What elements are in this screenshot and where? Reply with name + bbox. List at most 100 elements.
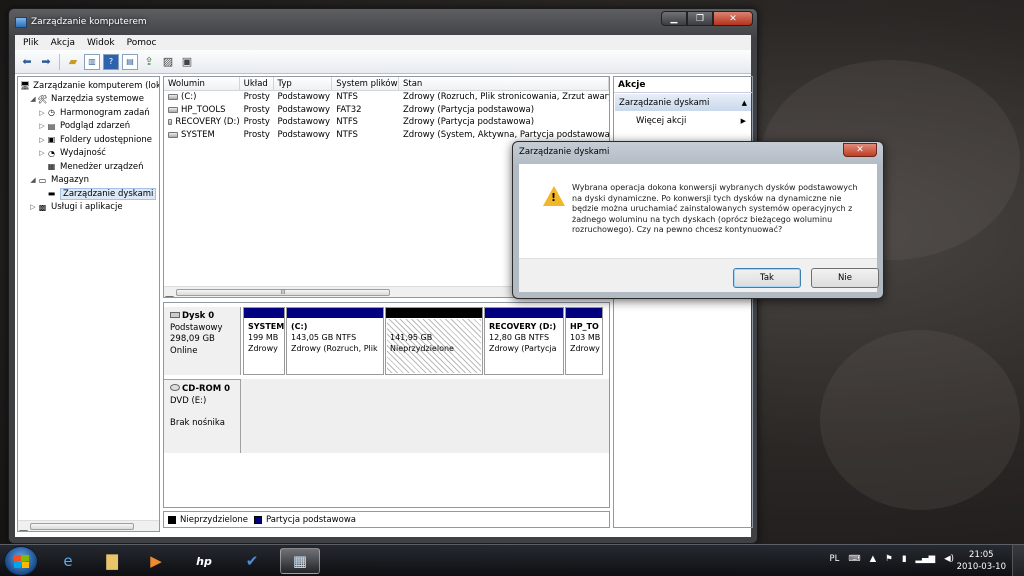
disk-map: Dysk 0 Podstawowy 298,09 GB Online SYSTE… <box>163 302 610 508</box>
arrow-up-icon[interactable]: ▲ <box>870 554 877 564</box>
table-row[interactable]: RECOVERY (D:) Prosty Podstawowy NTFS Zdrowy … <box>164 116 609 129</box>
expand-arrow-icon[interactable]: ▷ <box>38 109 46 117</box>
hp-icon[interactable]: hp <box>184 548 224 574</box>
tree-node[interactable]: 🖥 Zarządzanie komputerem (loka <box>18 79 159 93</box>
no-button[interactable]: Nie <box>811 268 879 288</box>
table-cell: Podstawowy <box>277 104 331 115</box>
expand-arrow-icon[interactable]: ◢ <box>29 95 37 103</box>
action-more-actions[interactable]: Więcej akcji ▶ <box>614 112 752 129</box>
tree-node[interactable]: ▷ ▩ Usługi i aplikacje <box>18 201 159 215</box>
column-header-typ[interactable]: Typ <box>274 77 333 90</box>
tree-node[interactable]: ◢ ▭ Magazyn <box>18 174 159 188</box>
submenu-arrow-icon: ▶ <box>740 116 746 125</box>
tree-node[interactable]: ◢ 🛠 Narzędzia systemowe <box>18 93 159 107</box>
menu-akcja[interactable]: Akcja <box>51 38 75 48</box>
ie-icon[interactable]: e <box>48 548 88 574</box>
system-tray: PL ⌨ ▲ ⚑ ▮ ▂▄▆ ◀) <box>830 554 955 564</box>
properties-icon[interactable]: ▨ <box>160 54 176 70</box>
partition-unallocated[interactable]: 141,95 GB Nieprzydzielone <box>385 307 483 375</box>
media-player-icon[interactable]: ▶ <box>136 548 176 574</box>
scroll-right-icon[interactable]: ▶ <box>18 530 29 531</box>
clock-date: 2010-03-10 <box>956 562 1006 572</box>
expand-arrow-icon[interactable]: ▷ <box>38 136 46 144</box>
tree-node[interactable]: ▷ ◔ Wydajność <box>18 147 159 161</box>
column-header-system-plikow[interactable]: System plików <box>332 77 399 90</box>
cdrom-0-label[interactable]: CD-ROM 0 DVD (E:) Brak nośnika <box>164 379 241 453</box>
partition-status: Zdrowy (Partycja <box>489 344 557 353</box>
table-row[interactable]: (C:) Prosty Podstawowy NTFS Zdrowy (Rozruch,… <box>164 91 609 104</box>
disk-icon <box>170 312 180 318</box>
cdrom-0-status: Brak nośnika <box>170 418 225 428</box>
table-cell: SYSTEM <box>164 129 240 142</box>
scrollbar-thumb[interactable]: III <box>176 289 390 296</box>
close-button[interactable]: ✕ <box>713 11 753 26</box>
volume-icon[interactable]: ◀) <box>944 554 954 564</box>
wizard-icon[interactable]: ▣ <box>179 54 195 70</box>
expand-arrow-icon[interactable]: ▷ <box>38 149 46 157</box>
help-icon[interactable]: ? <box>103 53 119 70</box>
scrollbar-thumb[interactable] <box>30 523 134 530</box>
expand-arrow-icon[interactable]: ◢ <box>29 176 37 184</box>
window-title-bar[interactable]: Zarządzanie komputerem <box>15 13 147 31</box>
partition-name: SYSTEM <box>248 322 285 331</box>
dialog-close-button[interactable]: ✕ <box>843 143 877 157</box>
view-icon[interactable]: ▤ <box>122 53 138 70</box>
cdrom-0-row[interactable]: CD-ROM 0 DVD (E:) Brak nośnika <box>164 379 609 453</box>
volume-rows: (C:) Prosty Podstawowy NTFS Zdrowy (Rozruch,… <box>164 91 609 141</box>
column-header-uklad[interactable]: Układ <box>240 77 274 90</box>
window-title: Zarządzanie komputerem <box>31 17 147 27</box>
tree-node[interactable]: ▬ Zarządzanie dyskami <box>18 187 159 201</box>
column-header-stan[interactable]: Stan <box>399 77 609 90</box>
menu-plik[interactable]: Plik <box>23 38 39 48</box>
menu-pomoc[interactable]: Pomoc <box>127 38 157 48</box>
expand-arrow-icon[interactable]: ▷ <box>29 203 37 211</box>
tree-node[interactable]: ▦ Menedżer urządzeń <box>18 160 159 174</box>
show-desktop-button[interactable] <box>1012 545 1024 576</box>
action-more-actions-label: Więcej akcji <box>636 115 687 126</box>
table-row[interactable]: SYSTEM Prosty Podstawowy NTFS Zdrowy (System… <box>164 129 609 142</box>
start-button[interactable] <box>4 546 38 576</box>
flag-icon[interactable]: ⚑ <box>885 554 893 564</box>
dialog-message: Wybrana operacja dokona konwersji wybran… <box>572 183 858 234</box>
actions-section-disk-management[interactable]: Zarządzanie dyskami ▲ <box>615 94 751 111</box>
keyboard-icon[interactable]: ⌨ <box>848 554 860 564</box>
language-indicator[interactable]: PL <box>830 554 840 564</box>
column-header-wolumin[interactable]: Wolumin <box>164 77 240 90</box>
checkmark-app-icon[interactable]: ✔ <box>232 548 272 574</box>
show-hide-tree-icon[interactable]: ▥ <box>84 53 100 70</box>
partition[interactable]: RECOVERY (D:) 12,80 GB NTFS Zdrowy (Partyc… <box>484 307 564 375</box>
partition[interactable]: (C:) 143,05 GB NTFS Zdrowy (Rozruch, Plik <box>286 307 384 375</box>
explorer-icon[interactable]: ▇ <box>92 548 132 574</box>
tree-node[interactable]: ▷ ◷ Harmonogram zadań <box>18 106 159 120</box>
menu-widok[interactable]: Widok <box>87 38 115 48</box>
tree-node-label: Magazyn <box>51 175 90 186</box>
partition[interactable]: SYSTEM 199 MB Zdrowy <box>243 307 285 375</box>
table-row[interactable]: HP_TOOLS Prosty Podstawowy FAT32 Zdrowy (Par… <box>164 104 609 117</box>
table-cell: Podstawowy <box>277 117 331 128</box>
disk-0-label[interactable]: Dysk 0 Podstawowy 298,09 GB Online <box>164 307 241 375</box>
forward-icon[interactable]: ➡ <box>38 54 54 70</box>
back-icon[interactable]: ⬅ <box>19 54 35 70</box>
tree-node[interactable]: ▷ ▤ Podgląd zdarzeń <box>18 120 159 134</box>
scroll-right-icon[interactable]: ▶ <box>164 296 175 297</box>
clock[interactable]: 21:05 2010-03-10 <box>957 549 1006 573</box>
yes-button[interactable]: Tak <box>733 268 801 288</box>
signal-icon[interactable]: ▂▄▆ <box>916 554 936 564</box>
table-cell: Zdrowy (Partycja podstawowa) <box>402 117 535 128</box>
maximize-button[interactable]: ❐ <box>687 11 713 26</box>
volume-name: HP_TOOLS <box>181 104 226 115</box>
computer-management-task-icon[interactable]: ▦ <box>280 548 320 574</box>
partition-status: Zdrowy <box>248 344 278 353</box>
partition[interactable]: HP_TO 103 MB Zdrowy <box>565 307 603 375</box>
tree-node[interactable]: ▷ ▣ Foldery udostępnione <box>18 133 159 147</box>
minimize-button[interactable]: ▁ <box>661 11 687 26</box>
disk-0-row[interactable]: Dysk 0 Podstawowy 298,09 GB Online SYSTE… <box>164 307 609 375</box>
event-viewer-icon: ▤ <box>47 121 56 131</box>
disk-0-type: Podstawowy <box>170 322 223 333</box>
up-folder-icon[interactable]: ▰ <box>65 54 81 70</box>
tree-scrollbar[interactable]: ◀▶ <box>18 520 159 531</box>
export-icon[interactable]: ⇪ <box>141 54 157 70</box>
collapse-icon[interactable]: ▲ <box>742 99 747 107</box>
expand-arrow-icon[interactable]: ▷ <box>38 122 46 130</box>
power-icon[interactable]: ▮ <box>902 554 907 564</box>
